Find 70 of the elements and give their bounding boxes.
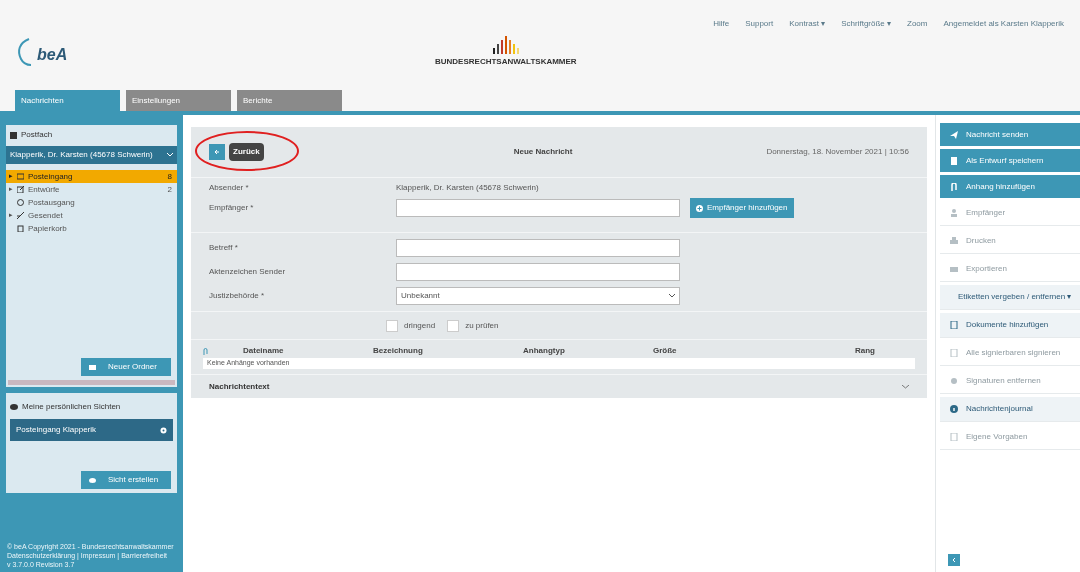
document-icon	[950, 433, 958, 441]
field-label: Justizbehörde *	[209, 290, 266, 302]
folder-item[interactable]: Papierkorb	[6, 222, 177, 235]
justice-dropdown[interactable]: Unbekannt	[396, 287, 680, 305]
column-header: Bezeichnung	[372, 345, 424, 357]
tab[interactable]: Nachrichten	[15, 90, 120, 111]
tooltip: Zurück	[229, 143, 264, 161]
field-label: Empfänger *	[209, 202, 255, 214]
field-label: Betreff *	[209, 242, 239, 254]
checkbox-label: zu prüfen	[465, 319, 499, 332]
tab[interactable]: Einstellungen	[126, 90, 231, 111]
add-recipient-button[interactable]: Empfänger hinzufügen	[690, 198, 794, 218]
back-button[interactable]	[209, 144, 225, 160]
folder-item[interactable]: Postausgang	[6, 196, 177, 209]
save-icon	[950, 156, 958, 165]
column-header: Dateiname	[242, 345, 285, 357]
action-button[interactable]: Dokumente hinzufügen	[940, 313, 1080, 338]
view-item[interactable]: Posteingang Klapperik	[10, 419, 173, 441]
action-button[interactable]: Nachrichtenjournal	[940, 397, 1080, 422]
header-link[interactable]: Schriftgröße ▾	[841, 18, 892, 30]
document-icon	[950, 321, 958, 329]
header-link[interactable]: Zoom	[907, 18, 928, 30]
collapse-button[interactable]	[948, 554, 960, 566]
plus-icon	[696, 204, 703, 212]
field-label: Absender *	[209, 182, 250, 194]
action-button[interactable]: Etiketten vergeben / entfernen ▾	[940, 285, 1080, 310]
chevron-icon	[952, 558, 956, 562]
action-button[interactable]: Nachricht senden	[940, 123, 1080, 146]
header-link[interactable]: Support	[745, 18, 774, 30]
document-icon	[950, 349, 958, 357]
recipient-input[interactable]	[396, 199, 680, 217]
header-link[interactable]: Angemeldet als Karsten Klapperik	[943, 18, 1064, 30]
scrollbar[interactable]	[8, 380, 175, 385]
chevron-down-icon	[669, 294, 675, 298]
info-icon	[950, 405, 958, 413]
logo-text: beA	[37, 45, 68, 65]
column-header: Anhangtyp	[522, 345, 566, 357]
logo-swirl-icon	[15, 37, 33, 67]
person-icon	[950, 209, 958, 217]
views-title: Meine persönlichen Sichten	[22, 401, 121, 413]
action-button[interactable]: Anhang hinzufügen	[940, 175, 1080, 198]
field-label: Aktenzeichen Sender	[209, 266, 287, 278]
printer-icon	[950, 237, 958, 245]
paperclip-icon	[203, 347, 208, 355]
settings-icon	[160, 426, 167, 434]
new-view-button[interactable]: Sicht erstellen	[81, 471, 171, 489]
text-input[interactable]	[396, 239, 680, 257]
arrow-left-icon	[214, 149, 220, 155]
column-header: Rang	[855, 345, 876, 357]
header-link[interactable]: Hilfe	[713, 18, 730, 30]
paperclip-icon	[950, 182, 958, 191]
checkbox[interactable]	[447, 319, 460, 332]
text-input[interactable]	[396, 263, 680, 281]
checkbox[interactable]	[386, 319, 398, 332]
message-title: Neue Nachricht	[513, 146, 573, 158]
tab[interactable]: Berichte	[237, 90, 342, 111]
bar-logo-icon	[490, 36, 521, 54]
action-button[interactable]: Als Entwurf speichern	[940, 149, 1080, 172]
header-link[interactable]: Kontrast ▾	[789, 18, 826, 30]
send-icon	[950, 130, 958, 139]
checkbox-label: dringend	[404, 319, 436, 332]
message-text-section[interactable]: Nachrichtentext	[191, 374, 927, 398]
sender-value: Klapperik, Dr. Karsten (45678 Schwerin)	[396, 182, 540, 194]
brand-name: BUNDESRECHTSANWALTSKAMMER	[435, 56, 577, 68]
column-header: Größe	[652, 345, 678, 357]
chevron-down-icon	[167, 153, 173, 157]
mailbox-dropdown[interactable]: Klapperik, Dr. Karsten (45678 Schwerin)	[6, 146, 177, 164]
new-folder-button[interactable]: Neuer Ordner	[81, 358, 171, 376]
message-date: Donnerstag, 18. November 2021 | 10:56	[766, 146, 909, 158]
sidebar-title: Postfach	[21, 129, 53, 141]
